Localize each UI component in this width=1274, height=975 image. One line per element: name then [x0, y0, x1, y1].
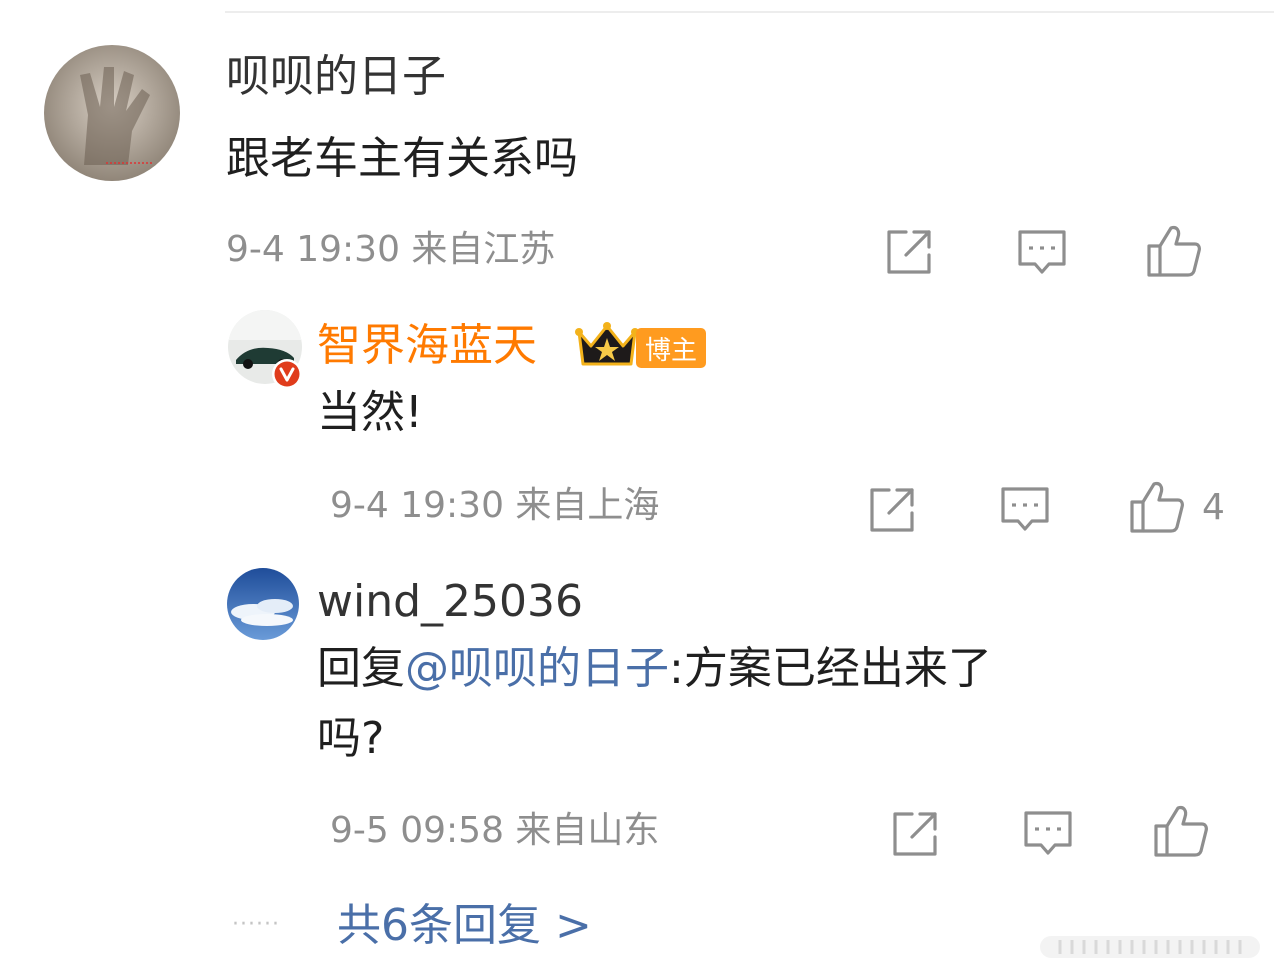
crown-badge — [575, 320, 639, 376]
reply-button[interactable] — [1000, 486, 1050, 534]
reply-body: :方案已经出来了 — [669, 643, 992, 694]
comment-icon — [1024, 811, 1072, 855]
thumbs-up-icon — [1130, 481, 1184, 533]
share-button[interactable] — [867, 486, 917, 534]
comment-meta: 9-4 19:30 来自上海 — [330, 485, 660, 526]
blogger-badge: 博主 — [636, 328, 706, 368]
like-button[interactable] — [1146, 224, 1202, 278]
comment-text: 当然! — [317, 387, 423, 438]
avatar[interactable] — [227, 568, 299, 640]
more-dots: ······ — [232, 912, 280, 937]
comment-text: 跟老车主有关系吗 — [226, 133, 578, 184]
hand-photo-avatar-icon — [44, 45, 180, 181]
comment-meta: 9-4 19:30 来自江苏 — [226, 229, 556, 270]
avatar[interactable] — [44, 45, 180, 181]
more-replies-link[interactable]: 共6条回复 > — [337, 904, 592, 948]
reply-text-line-2: 吗? — [317, 713, 385, 764]
like-count: 4 — [1202, 487, 1225, 528]
scroll-indicator — [1040, 932, 1260, 962]
sky-photo-avatar-icon — [227, 568, 299, 640]
verified-badge — [271, 358, 303, 394]
thumbs-up-icon — [1147, 225, 1201, 277]
share-icon — [893, 812, 937, 856]
share-button[interactable] — [884, 228, 934, 276]
reply-text-line-1: 回复@呗呗的日子:方案已经出来了 — [317, 647, 992, 691]
thumbs-up-icon — [1154, 805, 1208, 857]
username[interactable]: wind_25036 — [317, 580, 583, 624]
comment-icon — [1001, 487, 1049, 531]
comment-icon — [1018, 230, 1066, 274]
reply-button[interactable] — [1023, 810, 1073, 858]
username[interactable]: 智界海蓝天 — [317, 324, 537, 368]
username[interactable]: 呗呗的日子 — [226, 55, 446, 99]
crown-icon — [575, 322, 639, 366]
like-button[interactable] — [1153, 804, 1209, 858]
mention-link[interactable]: @呗呗的日子 — [405, 643, 669, 694]
verified-v-icon — [272, 359, 302, 389]
top-divider — [225, 11, 1274, 13]
scroll-indicator-icon — [1040, 936, 1260, 958]
share-icon — [870, 488, 914, 532]
share-icon — [887, 230, 931, 274]
reply-button[interactable] — [1017, 229, 1067, 277]
reply-prefix: 回复 — [317, 643, 405, 694]
like-button[interactable] — [1129, 480, 1185, 534]
comment-meta: 9-5 09:58 来自山东 — [330, 810, 660, 851]
share-button[interactable] — [890, 810, 940, 858]
